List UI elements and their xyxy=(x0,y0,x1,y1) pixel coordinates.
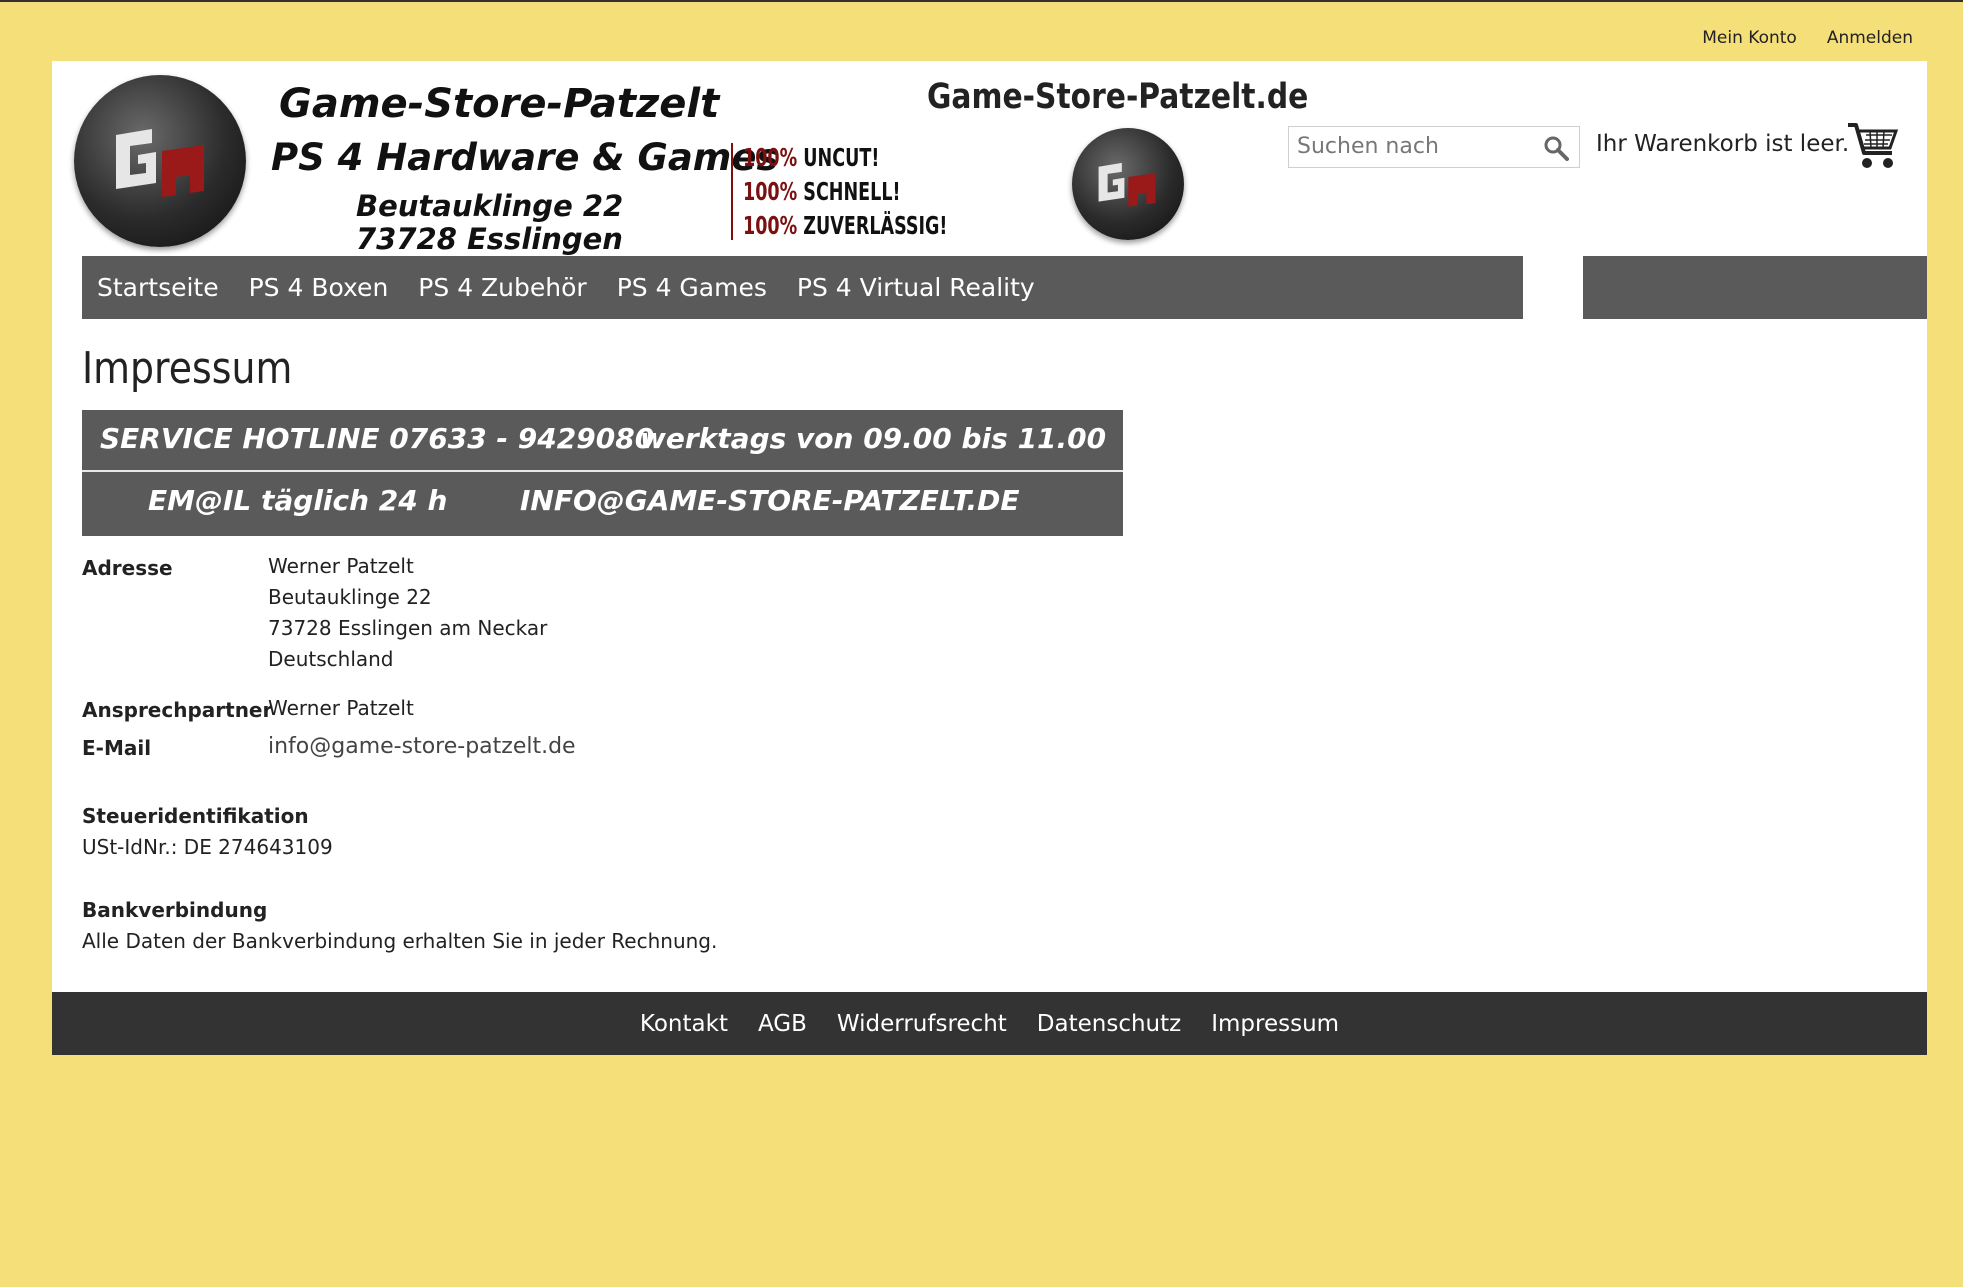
banner-slogans: 100% UNCUT! 100% SCHNELL! 100% ZUVERLÄSS… xyxy=(743,141,947,243)
hotline-number: SERVICE HOTLINE 07633 - 9429080 xyxy=(100,422,655,455)
banner-street: Beutauklinge 22 xyxy=(356,189,624,223)
search-box xyxy=(1288,126,1580,168)
store-logo-small xyxy=(1072,128,1184,240)
nav-right-panel xyxy=(1583,256,1927,319)
page-title: Impressum xyxy=(82,343,293,394)
nav-item-home[interactable]: Startseite xyxy=(97,273,219,302)
contact-label: Ansprechpartner xyxy=(82,698,273,722)
banner-subtitle: PS 4 Hardware & Games xyxy=(271,136,779,179)
hotline-email: INFO@GAME-STORE-PATZELT.DE xyxy=(520,484,1020,517)
footer-link-datenschutz[interactable]: Datenschutz xyxy=(1037,1011,1181,1037)
email-link[interactable]: info@game-store-patzelt.de xyxy=(268,731,576,762)
address-label: Adresse xyxy=(82,556,173,580)
bank-info: Alle Daten der Bankverbindung erhalten S… xyxy=(82,929,718,953)
cart-status[interactable]: Ihr Warenkorb ist leer. xyxy=(1596,131,1849,157)
my-account-link[interactable]: Mein Konto xyxy=(1702,28,1797,48)
address-line: Deutschland xyxy=(268,647,394,671)
slogan-line: 100% UNCUT! xyxy=(743,143,880,172)
footer-link-kontakt[interactable]: Kontakt xyxy=(640,1011,728,1037)
gs-logo-mark-icon xyxy=(116,129,204,197)
address-line: Werner Patzelt xyxy=(268,554,414,578)
search-input[interactable] xyxy=(1289,127,1545,165)
tax-id: USt-IdNr.: DE 274643109 xyxy=(82,835,333,859)
footer-link-agb[interactable]: AGB xyxy=(758,1011,807,1037)
shopping-cart-icon[interactable] xyxy=(1846,121,1900,171)
magnifier-icon[interactable] xyxy=(1543,135,1569,161)
account-links: Mein Konto Anmelden xyxy=(1702,28,1913,48)
hotline-banner: SERVICE HOTLINE 07633 - 9429080 werktags… xyxy=(82,410,1123,536)
nav-item-ps4-games[interactable]: PS 4 Games xyxy=(617,273,767,302)
top-bar: Mein Konto Anmelden xyxy=(0,0,1963,60)
slogan-line: 100% SCHNELL! xyxy=(743,177,901,206)
address-block: Werner Patzelt Beutauklinge 22 73728 Ess… xyxy=(268,551,547,675)
bank-heading: Bankverbindung xyxy=(82,898,268,922)
nav-item-ps4-boxen[interactable]: PS 4 Boxen xyxy=(249,273,389,302)
email-availability: EM@IL täglich 24 h xyxy=(148,484,448,517)
nav-item-ps4-vr[interactable]: PS 4 Virtual Reality xyxy=(797,273,1035,302)
footer-link-widerrufsrecht[interactable]: Widerrufsrecht xyxy=(837,1011,1007,1037)
banner-city: 73728 Esslingen xyxy=(356,222,623,256)
address-line: Beutauklinge 22 xyxy=(268,585,432,609)
main-navigation: Startseite PS 4 Boxen PS 4 Zubehör PS 4 … xyxy=(82,256,1523,319)
gs-logo-mark-icon xyxy=(1098,162,1156,207)
footer-link-impressum[interactable]: Impressum xyxy=(1211,1011,1339,1037)
address-line: 73728 Esslingen am Neckar xyxy=(268,616,548,640)
banner-store-name: Game-Store-Patzelt xyxy=(279,81,720,127)
banner-divider xyxy=(731,143,733,240)
footer: Kontakt AGB Widerrufsrecht Datenschutz I… xyxy=(52,992,1927,1055)
nav-item-ps4-zubehoer[interactable]: PS 4 Zubehör xyxy=(418,273,586,302)
page-container: Game-Store-Patzelt PS 4 Hardware & Games… xyxy=(52,61,1927,992)
store-logo xyxy=(74,75,246,247)
email-label: E-Mail xyxy=(82,736,152,760)
slogan-line: 100% ZUVERLÄSSIG! xyxy=(743,211,948,240)
login-link[interactable]: Anmelden xyxy=(1827,28,1913,48)
hotline-hours: werktags von 09.00 bis 11.00 xyxy=(640,422,1107,455)
tax-heading: Steueridentifikation xyxy=(82,804,309,828)
banner-domain: Game-Store-Patzelt.de xyxy=(927,77,1309,117)
contact-value: Werner Patzelt xyxy=(268,696,414,720)
